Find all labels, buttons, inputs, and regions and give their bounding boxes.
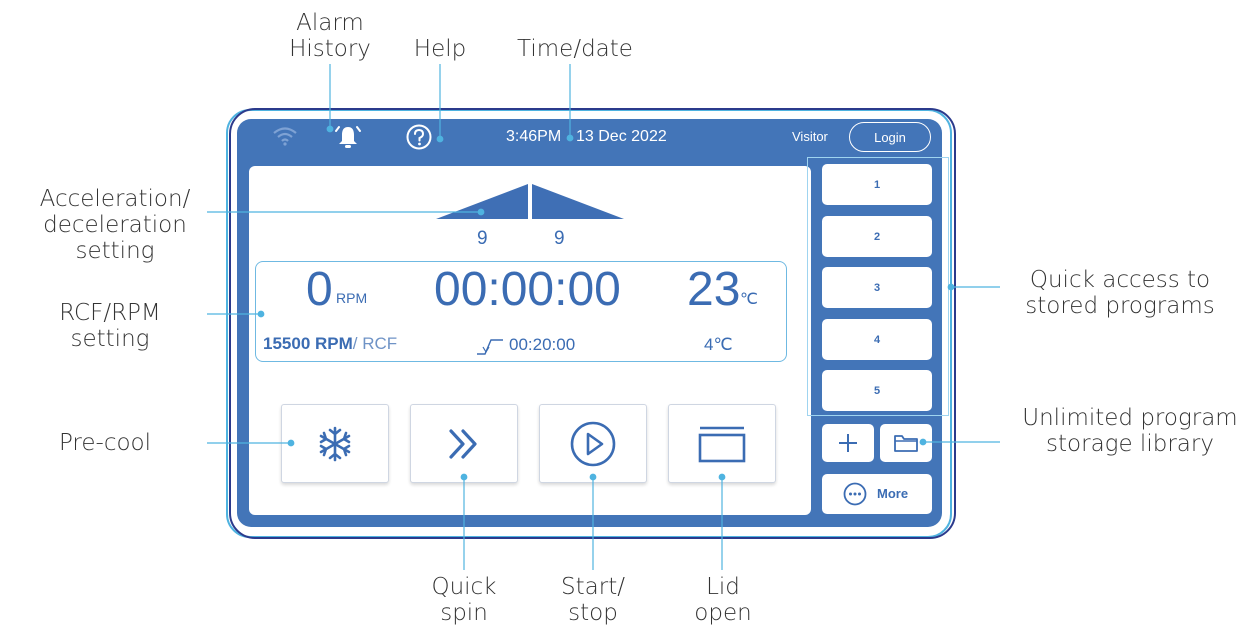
leader-lines [207,64,1000,570]
